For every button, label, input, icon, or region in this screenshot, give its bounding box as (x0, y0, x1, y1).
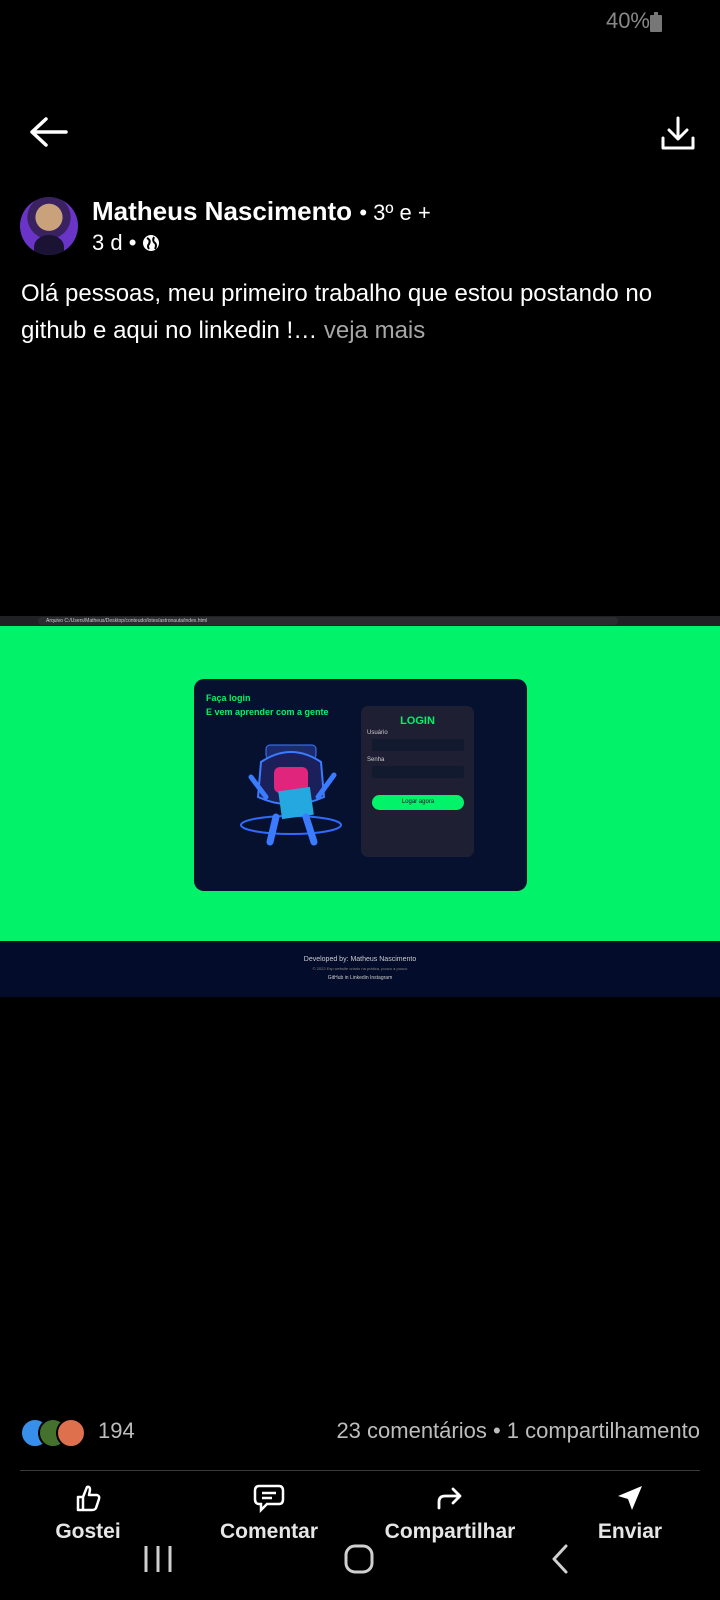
send-button[interactable]: Enviar (550, 1482, 710, 1544)
login-card: Faça login E vem aprender com a gente LO… (194, 679, 527, 891)
thumbs-up-icon (76, 1485, 101, 1512)
footer-links: GitHub in Linkedin Instagram (327, 975, 393, 981)
send-icon (618, 1486, 642, 1510)
developed-by: Developed by: Matheus Nascimento (303, 956, 417, 963)
card-title-line1: Faça login (206, 693, 251, 703)
login-button: Logar agora (372, 795, 464, 810)
share-icon (437, 1487, 462, 1510)
download-icon (661, 116, 695, 150)
login-title: LOGIN (400, 715, 435, 727)
battery-percentage: 40% (605, 8, 650, 33)
comment-icon (253, 1484, 285, 1513)
home-button[interactable] (343, 1543, 375, 1583)
download-button[interactable] (660, 114, 696, 154)
reaction-count[interactable]: 194 (98, 1418, 135, 1444)
like-label: Gostei (55, 1520, 121, 1543)
comments-shares-count[interactable]: 23 comentários • 1 compartilhamento (336, 1418, 700, 1444)
post-image[interactable]: Arquivo C:/Users/Matheus/Desktop/conteud… (0, 616, 720, 997)
divider (20, 1470, 700, 1471)
astronaut-illustration (240, 744, 342, 846)
username-field (372, 739, 464, 751)
post-meta: 3 d • (92, 230, 160, 256)
like-button[interactable]: Gostei (8, 1482, 168, 1544)
globe-icon (143, 235, 160, 251)
password-label: Senha (367, 757, 385, 763)
browser-address: Arquivo C:/Users/Matheus/Desktop/conteud… (38, 617, 618, 625)
card-title: Faça login E vem aprender com a gente (206, 691, 329, 719)
comment-button[interactable]: Comentar (189, 1482, 349, 1544)
post-text: Olá pessoas, meu primeiro trabalho que e… (21, 275, 711, 349)
back-button[interactable] (26, 112, 70, 156)
connection-degree: • 3º e + (359, 200, 431, 225)
home-icon (344, 1544, 374, 1574)
comment-label: Comentar (219, 1520, 319, 1543)
love-reaction-icon (56, 1418, 86, 1448)
avatar[interactable] (20, 197, 78, 255)
see-more-link[interactable]: veja mais (324, 317, 425, 344)
username-label: Usuário (367, 730, 388, 736)
reaction-icons[interactable] (20, 1418, 86, 1448)
recent-apps-button[interactable] (143, 1543, 173, 1583)
battery-icon (650, 12, 662, 32)
login-form: LOGIN Usuário Senha Logar agora (361, 706, 474, 857)
password-field (372, 766, 464, 778)
system-back-button[interactable] (548, 1543, 572, 1583)
post-age: 3 d • (92, 230, 137, 255)
send-label: Enviar (597, 1520, 663, 1543)
author-name[interactable]: Matheus Nascimento (92, 196, 352, 226)
browser-bar: Arquivo C:/Users/Matheus/Desktop/conteud… (0, 616, 720, 626)
card-title-line2: E vem aprender com a gente (206, 707, 329, 717)
recent-apps-icon (144, 1546, 172, 1572)
author-line: Matheus Nascimento • 3º e + (92, 196, 431, 227)
site-footer: Developed by: Matheus Nascimento © 2022 … (0, 941, 720, 997)
arrow-left-icon (30, 117, 68, 147)
share-button[interactable]: Compartilhar (370, 1482, 530, 1544)
chevron-left-icon (552, 1544, 568, 1574)
copyright: © 2022 Esp website criado na prática, po… (312, 966, 408, 971)
share-label: Compartilhar (384, 1520, 516, 1543)
